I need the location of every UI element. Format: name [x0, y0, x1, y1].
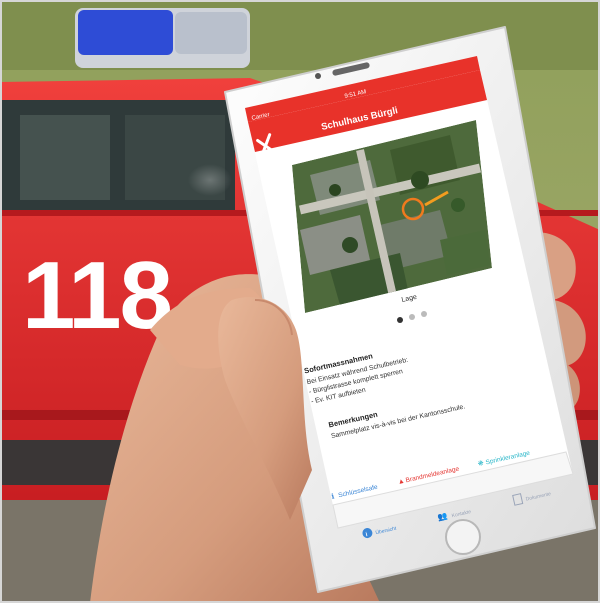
- truck-number: 118: [22, 242, 171, 349]
- photo-scene: 118 Carrier 9:51 AM Schulhaus Bürgli Lag…: [0, 0, 600, 603]
- carousel-dot-1[interactable]: [397, 317, 403, 323]
- emergency-light: [75, 8, 250, 68]
- carousel-dot-2[interactable]: [409, 314, 415, 320]
- carousel-dot-3[interactable]: [421, 311, 427, 317]
- home-button[interactable]: [445, 519, 481, 555]
